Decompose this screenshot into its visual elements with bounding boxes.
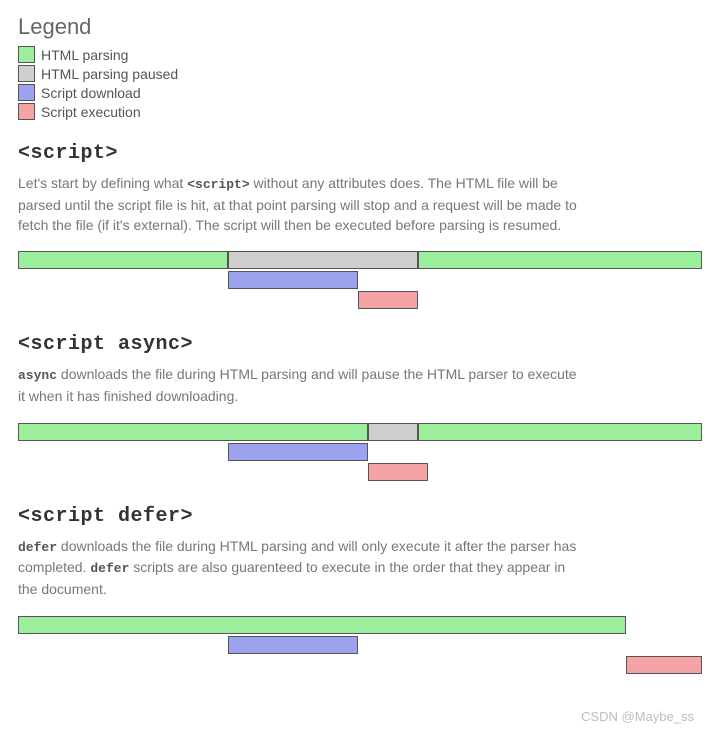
- legend-item: Script execution: [18, 103, 702, 120]
- legend-label: Script download: [41, 85, 141, 101]
- legend-label: HTML parsing: [41, 47, 128, 63]
- legend-label: Script execution: [41, 104, 141, 120]
- swatch-html-parsing-paused: [18, 65, 35, 82]
- timeline-bar-blue: [228, 271, 358, 289]
- section-title-script-async: <script async>: [18, 333, 702, 356]
- desc-text: downloads the file during HTML parsing a…: [18, 366, 577, 404]
- timeline-script: [18, 251, 702, 311]
- desc-code: async: [18, 368, 57, 383]
- timeline-bar-gray: [228, 251, 418, 269]
- section-title-script-defer: <script defer>: [18, 505, 702, 528]
- watermark: CSDN @Maybe_ss: [581, 709, 694, 724]
- timeline-bar-pink: [626, 656, 702, 674]
- swatch-html-parsing: [18, 46, 35, 63]
- desc-text: Let's start by defining what: [18, 175, 187, 191]
- desc-code: defer: [90, 561, 129, 576]
- legend-item: Script download: [18, 84, 702, 101]
- timeline-script-defer: [18, 616, 702, 676]
- swatch-script-execution: [18, 103, 35, 120]
- section-desc-script-defer: defer downloads the file during HTML par…: [18, 536, 578, 600]
- section-desc-script: Let's start by defining what <script> wi…: [18, 173, 578, 235]
- timeline-bar-blue: [228, 636, 358, 654]
- legend-item: HTML parsing paused: [18, 65, 702, 82]
- timeline-bar-green: [418, 251, 702, 269]
- timeline-bar-green: [18, 616, 626, 634]
- timeline-bar-pink: [358, 291, 418, 309]
- legend-item: HTML parsing: [18, 46, 702, 63]
- timeline-bar-green: [18, 251, 228, 269]
- timeline-bar-gray: [368, 423, 418, 441]
- legend: HTML parsing HTML parsing paused Script …: [18, 46, 702, 120]
- swatch-script-download: [18, 84, 35, 101]
- timeline-script-async: [18, 423, 702, 483]
- section-title-script: <script>: [18, 142, 702, 165]
- timeline-bar-green: [18, 423, 368, 441]
- legend-label: HTML parsing paused: [41, 66, 178, 82]
- section-desc-script-async: async downloads the file during HTML par…: [18, 364, 578, 406]
- desc-code: <script>: [187, 177, 249, 192]
- desc-code: defer: [18, 540, 57, 555]
- timeline-bar-blue: [228, 443, 368, 461]
- legend-title: Legend: [18, 14, 702, 40]
- timeline-bar-green: [418, 423, 702, 441]
- timeline-bar-pink: [368, 463, 428, 481]
